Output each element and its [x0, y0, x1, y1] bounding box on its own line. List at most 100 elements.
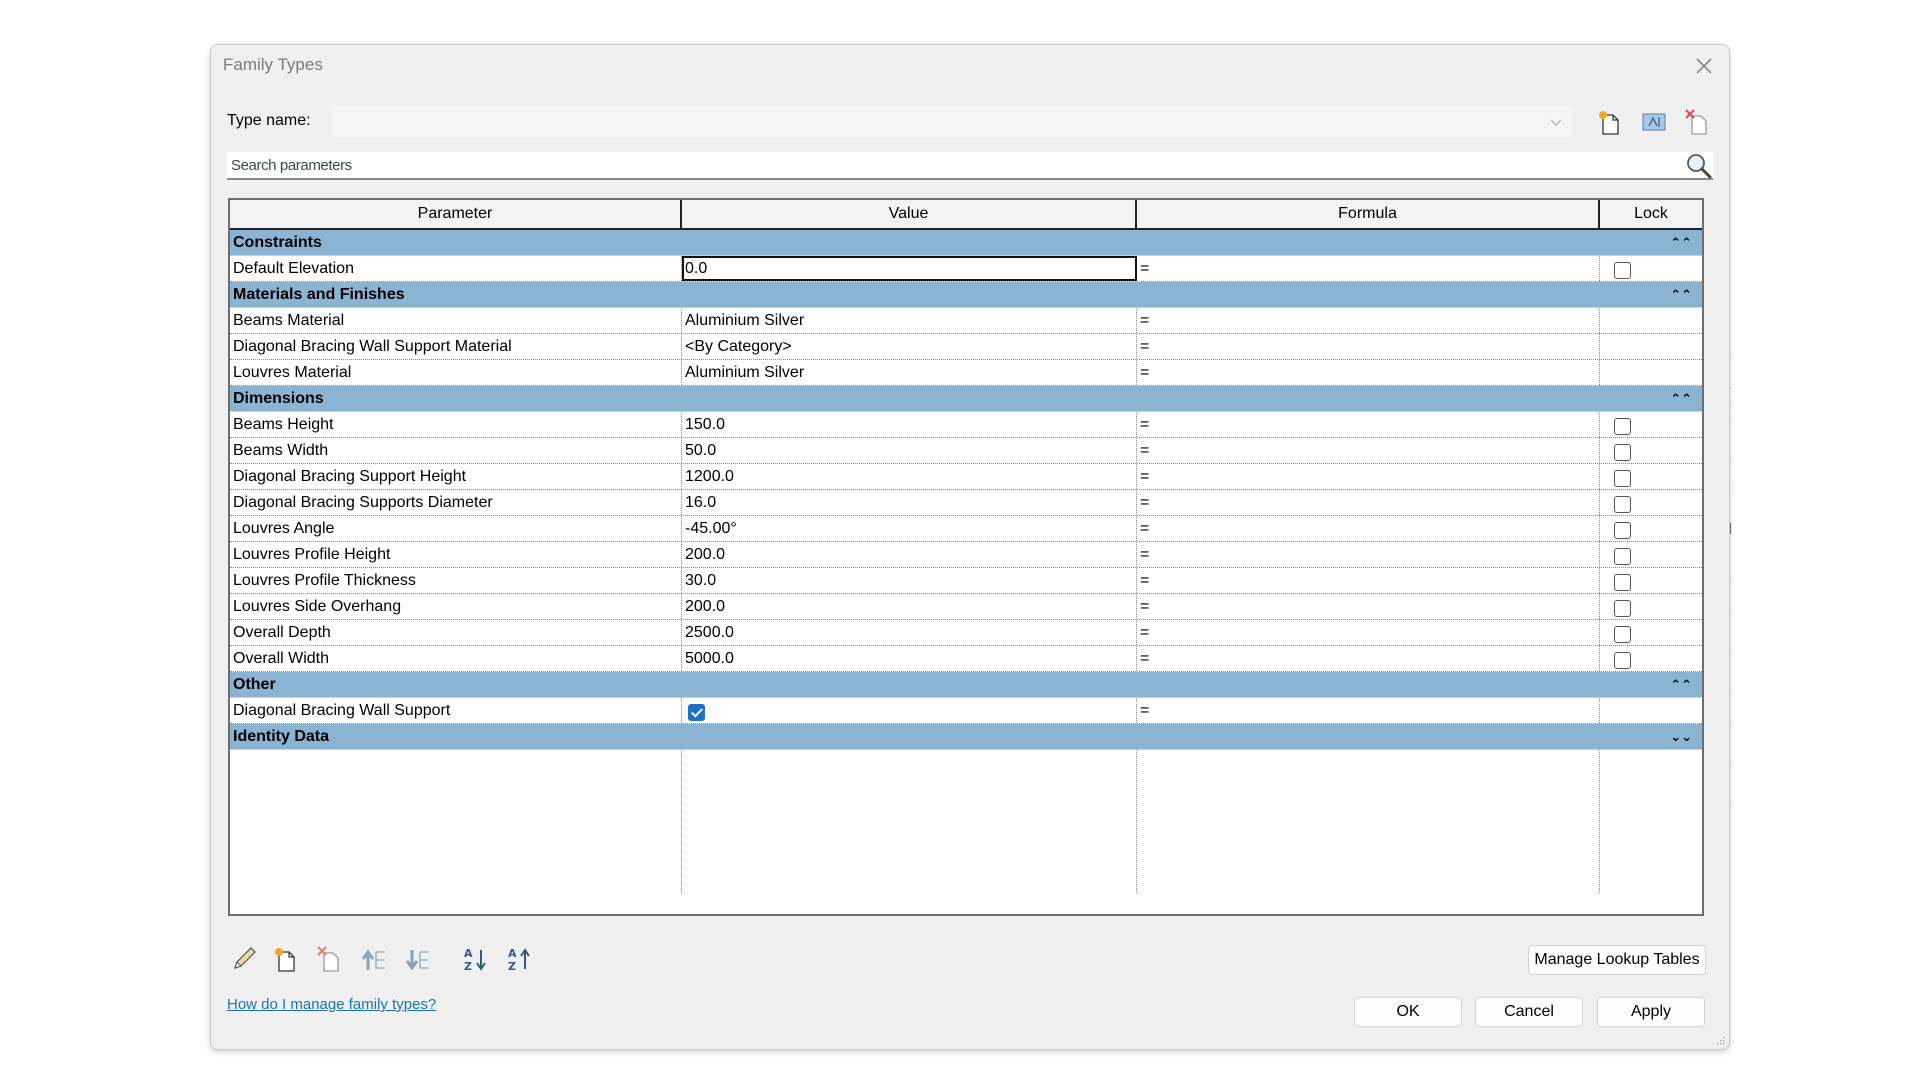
- parameter-value[interactable]: [682, 698, 1137, 723]
- group-header[interactable]: Identity Data ⌄⌄: [230, 724, 1702, 750]
- lock-checkbox[interactable]: [1614, 626, 1631, 644]
- lock-checkbox[interactable]: [1614, 574, 1631, 592]
- parameter-formula[interactable]: =: [1137, 568, 1600, 593]
- expand-group-icon[interactable]: ⌄⌄: [1670, 724, 1692, 750]
- parameter-lock[interactable]: [1600, 256, 1702, 281]
- parameter-value[interactable]: 200.0: [682, 594, 1137, 619]
- collapse-group-icon[interactable]: ⌃⌃: [1670, 230, 1692, 256]
- parameter-lock[interactable]: [1600, 438, 1702, 463]
- collapse-group-icon[interactable]: ⌃⌃: [1670, 672, 1692, 698]
- group-header[interactable]: Constraints ⌃⌃: [230, 230, 1702, 256]
- parameter-name[interactable]: Beams Width: [230, 438, 682, 463]
- parameter-value[interactable]: 16.0: [682, 490, 1137, 515]
- column-header-formula[interactable]: Formula: [1137, 200, 1600, 228]
- column-header-value[interactable]: Value: [682, 200, 1137, 228]
- parameter-value[interactable]: <By Category>: [682, 334, 1137, 359]
- parameter-lock[interactable]: [1600, 542, 1702, 567]
- parameter-name[interactable]: Louvres Profile Thickness: [230, 568, 682, 593]
- parameter-formula[interactable]: =: [1137, 516, 1600, 541]
- collapse-group-icon[interactable]: ⌃⌃: [1670, 386, 1692, 412]
- group-header[interactable]: Other ⌃⌃: [230, 672, 1702, 698]
- sort-ascending-icon[interactable]: A Z: [461, 944, 491, 974]
- group-header[interactable]: Materials and Finishes ⌃⌃: [230, 282, 1702, 308]
- parameter-value[interactable]: 30.0: [682, 568, 1137, 593]
- lock-checkbox[interactable]: [1614, 470, 1631, 488]
- column-header-lock[interactable]: Lock: [1600, 200, 1702, 228]
- parameter-formula[interactable]: =: [1137, 490, 1600, 515]
- resize-grip-icon[interactable]: [1715, 1035, 1725, 1045]
- manage-lookup-tables-button[interactable]: Manage Lookup Tables: [1528, 945, 1706, 975]
- parameter-formula[interactable]: =: [1137, 308, 1600, 333]
- new-parameter-icon[interactable]: [271, 944, 301, 974]
- lock-checkbox[interactable]: [1614, 496, 1631, 514]
- parameter-lock[interactable]: [1600, 412, 1702, 437]
- move-down-icon[interactable]: [403, 944, 433, 974]
- value-checkbox[interactable]: [688, 704, 705, 722]
- parameter-name[interactable]: Diagonal Bracing Supports Diameter: [230, 490, 682, 515]
- parameter-formula[interactable]: =: [1137, 698, 1600, 723]
- lock-checkbox[interactable]: [1614, 522, 1631, 540]
- parameter-lock[interactable]: [1600, 516, 1702, 541]
- parameter-name[interactable]: Default Elevation: [230, 256, 682, 281]
- parameter-value[interactable]: Aluminium Silver: [682, 308, 1137, 333]
- parameter-name[interactable]: Louvres Angle: [230, 516, 682, 541]
- parameter-lock[interactable]: [1600, 568, 1702, 593]
- search-parameters-field[interactable]: Search parameters: [227, 152, 1713, 180]
- parameter-value[interactable]: -45.00°: [682, 516, 1137, 541]
- parameter-formula[interactable]: =: [1137, 334, 1600, 359]
- parameter-formula[interactable]: =: [1137, 620, 1600, 645]
- lock-checkbox[interactable]: [1614, 418, 1631, 436]
- ok-button[interactable]: OK: [1354, 997, 1462, 1027]
- parameter-name[interactable]: Diagonal Bracing Wall Support: [230, 698, 682, 723]
- parameter-value[interactable]: 200.0: [682, 542, 1137, 567]
- parameter-formula[interactable]: =: [1137, 438, 1600, 463]
- lock-checkbox[interactable]: [1614, 652, 1631, 670]
- parameter-formula[interactable]: =: [1137, 542, 1600, 567]
- parameter-formula[interactable]: =: [1137, 646, 1600, 671]
- lock-checkbox[interactable]: [1614, 600, 1631, 618]
- chevron-down-icon[interactable]: [1549, 115, 1563, 129]
- parameter-name[interactable]: Diagonal Bracing Wall Support Material: [230, 334, 682, 359]
- lock-checkbox[interactable]: [1614, 548, 1631, 566]
- parameter-formula[interactable]: =: [1137, 256, 1600, 281]
- apply-button[interactable]: Apply: [1597, 997, 1705, 1027]
- parameter-lock[interactable]: [1600, 490, 1702, 515]
- parameter-name[interactable]: Overall Width: [230, 646, 682, 671]
- new-type-icon[interactable]: [1595, 107, 1625, 137]
- parameter-name[interactable]: Beams Material: [230, 308, 682, 333]
- lock-checkbox[interactable]: [1614, 262, 1631, 280]
- move-up-icon[interactable]: [359, 944, 389, 974]
- parameter-value[interactable]: 5000.0: [682, 646, 1137, 671]
- delete-type-icon[interactable]: [1683, 107, 1713, 137]
- search-icon[interactable]: [1685, 152, 1713, 180]
- parameter-formula[interactable]: =: [1137, 360, 1600, 385]
- parameter-name[interactable]: Beams Height: [230, 412, 682, 437]
- cancel-button[interactable]: Cancel: [1475, 997, 1583, 1027]
- parameter-lock[interactable]: [1600, 620, 1702, 645]
- parameter-value[interactable]: 2500.0: [682, 620, 1137, 645]
- lock-checkbox[interactable]: [1614, 444, 1631, 462]
- column-header-parameter[interactable]: Parameter: [230, 200, 682, 228]
- parameter-value[interactable]: Aluminium Silver: [682, 360, 1137, 385]
- parameter-formula[interactable]: =: [1137, 594, 1600, 619]
- collapse-group-icon[interactable]: ⌃⌃: [1670, 282, 1692, 308]
- parameter-lock[interactable]: [1600, 646, 1702, 671]
- parameter-formula[interactable]: =: [1137, 412, 1600, 437]
- parameter-lock[interactable]: [1600, 464, 1702, 489]
- parameter-value[interactable]: 150.0: [682, 412, 1137, 437]
- parameter-name[interactable]: Overall Depth: [230, 620, 682, 645]
- parameter-lock[interactable]: [1600, 594, 1702, 619]
- close-icon[interactable]: [1691, 53, 1717, 79]
- group-header[interactable]: Dimensions ⌃⌃: [230, 386, 1702, 412]
- parameter-value[interactable]: 0.0: [682, 256, 1137, 281]
- edit-parameter-icon[interactable]: [229, 944, 259, 974]
- help-link[interactable]: How do I manage family types?: [227, 996, 436, 1013]
- rename-type-icon[interactable]: [1639, 107, 1669, 137]
- parameter-name[interactable]: Diagonal Bracing Support Height: [230, 464, 682, 489]
- parameter-name[interactable]: Louvres Material: [230, 360, 682, 385]
- parameter-name[interactable]: Louvres Profile Height: [230, 542, 682, 567]
- parameter-value[interactable]: 1200.0: [682, 464, 1137, 489]
- sort-descending-icon[interactable]: A Z: [505, 944, 535, 974]
- delete-parameter-icon[interactable]: [315, 944, 345, 974]
- type-name-dropdown[interactable]: [331, 107, 1571, 137]
